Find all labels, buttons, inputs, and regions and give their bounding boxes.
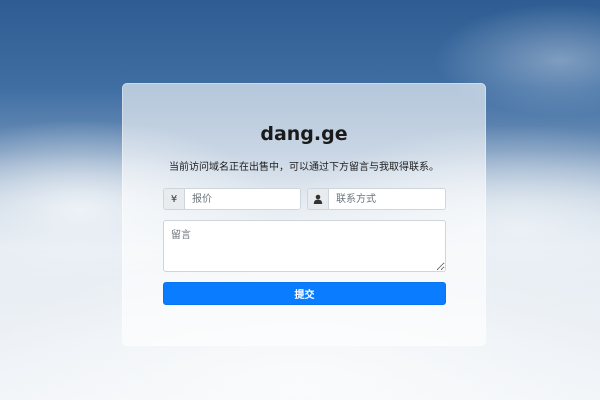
sale-notice: 当前访问域名正在出售中，可以通过下方留言与我取得联系。 — [169, 162, 439, 173]
yuan-icon: ¥ — [164, 189, 185, 209]
domain-title: dang.ge — [260, 123, 348, 145]
contact-input-group — [307, 188, 446, 210]
domain-sale-card: dang.ge 当前访问域名正在出售中，可以通过下方留言与我取得联系。 ¥ 提交 — [122, 83, 486, 346]
contact-input[interactable] — [329, 189, 445, 209]
submit-button[interactable]: 提交 — [163, 282, 446, 305]
message-textarea[interactable] — [163, 220, 446, 272]
price-input-group: ¥ — [163, 188, 301, 210]
user-icon — [308, 189, 329, 209]
price-input[interactable] — [185, 189, 300, 209]
message-field-wrap — [163, 220, 446, 272]
